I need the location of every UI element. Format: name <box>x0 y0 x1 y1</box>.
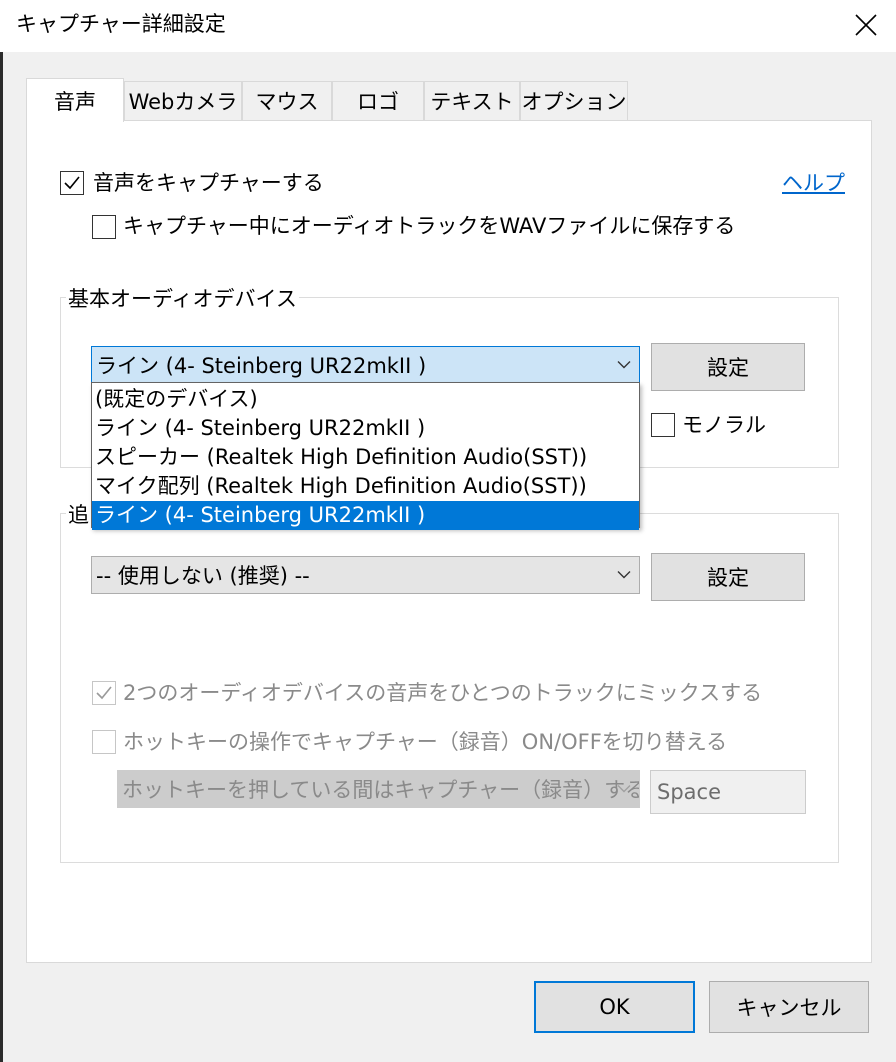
dropdown-option-speaker[interactable]: スピーカー (Realtek High Definition Audio(SST… <box>92 443 639 472</box>
tab-logo[interactable]: ロゴ <box>332 81 424 120</box>
capture-audio-checkbox[interactable] <box>60 171 84 195</box>
tab-audio[interactable]: 音声 <box>26 78 124 122</box>
dropdown-option-mic-array[interactable]: マイク配列 (Realtek High Definition Audio(SST… <box>92 472 639 501</box>
tab-text[interactable]: テキスト <box>424 81 520 120</box>
cancel-button[interactable]: キャンセル <box>709 981 869 1033</box>
hotkey-toggle-checkbox[interactable] <box>92 730 116 754</box>
tab-mouse[interactable]: マウス <box>242 81 332 120</box>
dropdown-option-default[interactable]: (既定のデバイス) <box>92 385 639 414</box>
secondary-settings-button[interactable]: 設定 <box>651 553 805 601</box>
secondary-device-select[interactable]: -- 使用しない (推奨) -- <box>91 556 640 594</box>
capture-audio-label[interactable]: 音声をキャプチャーする <box>93 169 324 197</box>
tab-webcam[interactable]: Webカメラ <box>124 81 242 120</box>
hotkey-mode-value: ホットキーを押している間はキャプチャー（録音）する <box>122 778 640 802</box>
primary-device-select[interactable]: ライン (4- Steinberg UR22mkII ) <box>91 346 640 384</box>
hotkey-key-field[interactable]: Space <box>650 770 806 814</box>
checkmark-icon <box>64 176 80 190</box>
primary-device-legend: 基本オーディオデバイス <box>66 285 299 313</box>
mono-label[interactable]: モノラル <box>682 411 766 439</box>
save-wav-label[interactable]: キャプチャー中にオーディオトラックをWAVファイルに保存する <box>123 212 735 240</box>
secondary-device-value: -- 使用しない (推奨) -- <box>96 564 310 588</box>
tab-options[interactable]: オプション <box>520 81 628 120</box>
checkmark-icon <box>96 686 112 700</box>
help-link[interactable]: ヘルプ <box>782 169 845 197</box>
chevron-down-icon <box>617 571 631 580</box>
mix-tracks-checkbox[interactable] <box>92 681 116 705</box>
mono-checkbox[interactable] <box>651 413 675 437</box>
window-title: キャプチャー詳細設定 <box>16 12 226 36</box>
primary-device-dropdown-list: (既定のデバイス) ライン (4- Steinberg UR22mkII ) ス… <box>91 382 640 530</box>
primary-settings-button[interactable]: 設定 <box>651 343 805 391</box>
close-button[interactable] <box>836 0 896 50</box>
primary-device-value: ライン (4- Steinberg UR22mkII ) <box>96 354 427 378</box>
secondary-device-legend: 追 <box>66 501 91 529</box>
dropdown-option-line-ur22-highlighted[interactable]: ライン (4- Steinberg UR22mkII ) <box>92 501 639 530</box>
save-wav-checkbox[interactable] <box>92 215 116 239</box>
chevron-down-icon <box>617 361 631 370</box>
hotkey-mode-select[interactable]: ホットキーを押している間はキャプチャー（録音）する <box>117 770 640 808</box>
hotkey-toggle-label[interactable]: ホットキーの操作でキャプチャー（録音）ON/OFFを切り替える <box>123 728 727 756</box>
dropdown-option-line-ur22[interactable]: ライン (4- Steinberg UR22mkII ) <box>92 414 639 443</box>
ok-button[interactable]: OK <box>534 981 695 1033</box>
chevron-down-icon <box>617 785 631 794</box>
close-icon <box>855 14 877 36</box>
mix-tracks-label[interactable]: 2つのオーディオデバイスの音声をひとつのトラックにミックスする <box>123 679 762 707</box>
background-window-edge <box>0 52 3 1062</box>
